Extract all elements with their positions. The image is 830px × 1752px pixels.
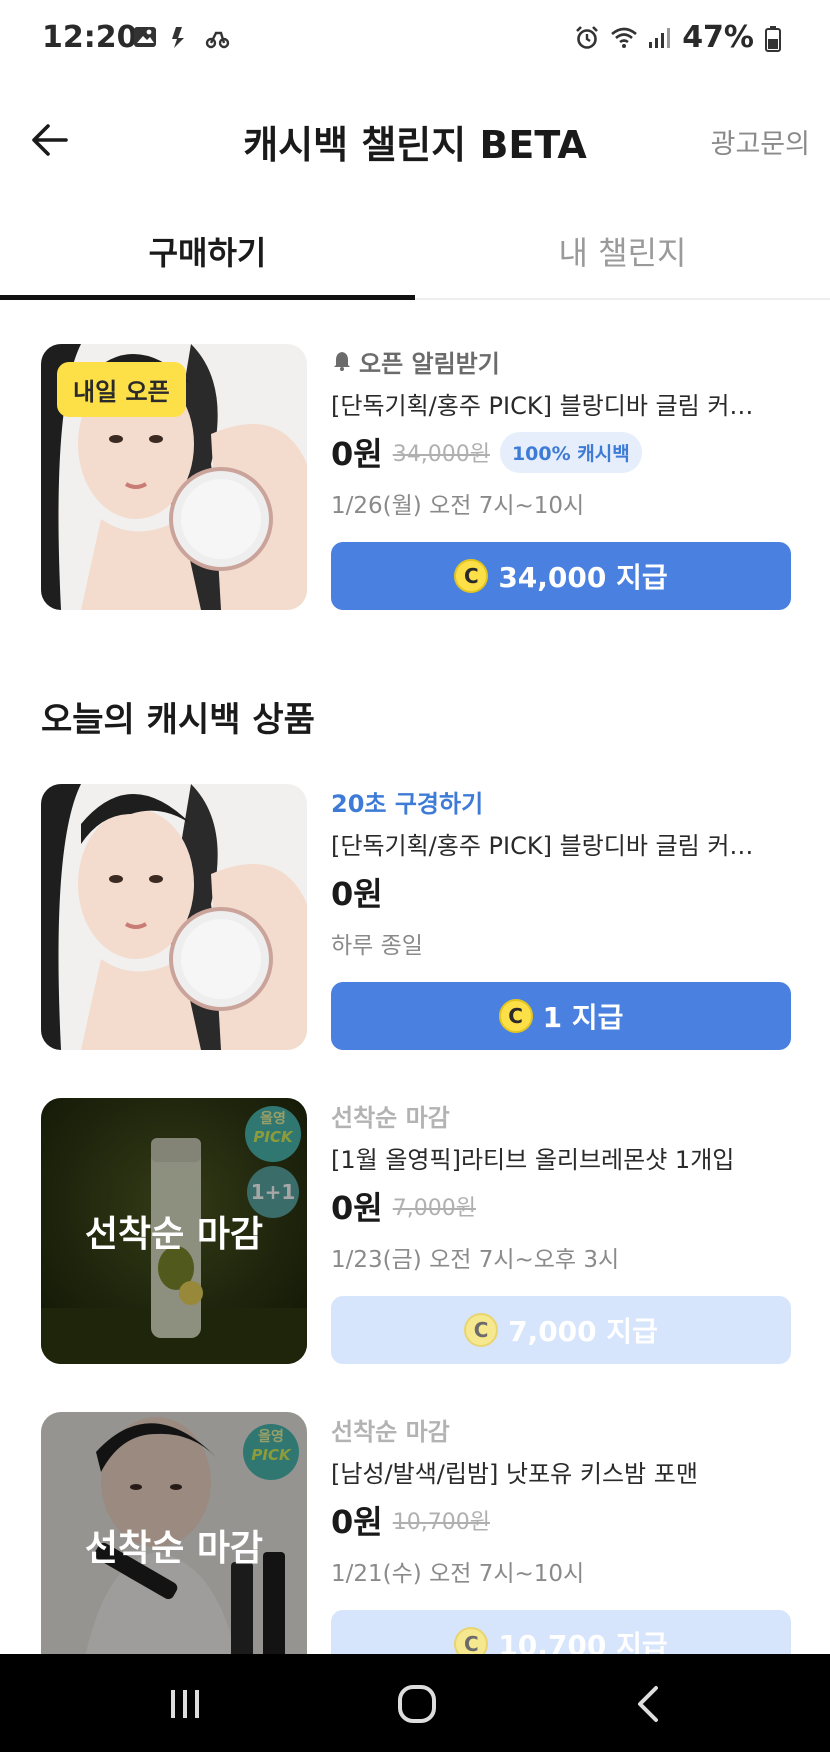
schedule-text: 하루 종일	[331, 933, 423, 959]
section-title: 오늘의 캐시백 상품	[41, 700, 315, 740]
home-button[interactable]	[395, 1682, 439, 1726]
status-system-icons: 47%	[574, 20, 790, 55]
tab-my-challenge[interactable]: 내 챌린지	[415, 200, 830, 298]
product-name: [단독기획/홍주 PICK] 블랑디바 글림 커버리…	[331, 392, 771, 420]
product-image[interactable]: 내일 오픈	[41, 344, 307, 610]
product-image[interactable]	[41, 784, 307, 1050]
ad-inquiry-link[interactable]: 광고문의	[711, 122, 810, 161]
chevron-left-icon	[638, 1686, 658, 1722]
system-back-button[interactable]	[628, 1682, 672, 1726]
app-header: 캐시백 챌린지 BETA 광고문의	[0, 90, 830, 190]
recents-button[interactable]	[163, 1682, 207, 1726]
schedule-text: 1/26(월) 오전 7시~10시	[331, 493, 585, 519]
first-come-label: 선착순 마감	[331, 1103, 450, 1132]
tab-bar: 구매하기 내 챌린지	[0, 200, 830, 300]
product-info: 선착순 마감 [남성/발색/립밤] 낫포유 키스밤 포맨 0원 10,700원 …	[331, 1412, 791, 1588]
status-bar: 12:20 47%	[0, 0, 830, 80]
scooter-icon	[204, 24, 230, 50]
signal-icon	[646, 25, 672, 51]
open-alert-label: 오픈 알림받기	[359, 349, 500, 378]
price-row: 0원 34,000원 100% 캐시백	[331, 430, 791, 474]
schedule-text: 1/21(수) 오전 7시~10시	[331, 1561, 585, 1587]
system-nav-bar	[0, 1654, 830, 1752]
sale-price: 0원	[331, 1189, 383, 1227]
schedule-text: 1/23(금) 오전 7시~오후 3시	[331, 1247, 620, 1273]
original-price: 34,000원	[392, 442, 490, 467]
cashback-badge: 100% 캐시백	[499, 431, 642, 473]
open-alert-row[interactable]: 오픈 알림받기	[331, 344, 791, 378]
wifi-icon	[610, 25, 638, 51]
pay-button[interactable]: C 1 지급	[331, 982, 791, 1050]
alarm-icon	[574, 25, 600, 51]
battery-icon	[764, 25, 790, 52]
pay-label: 34,000 지급	[498, 561, 668, 594]
price-row: 0원 10,700원	[331, 1498, 791, 1542]
coin-icon: C	[464, 1313, 499, 1347]
sale-price: 0원	[331, 435, 383, 473]
pay-button[interactable]: C 34,000 지급	[331, 542, 791, 610]
product-name: [1월 올영픽]라티브 올리브레몬샷 1개입	[331, 1146, 735, 1174]
pay-button-disabled[interactable]: C 7,000 지급	[331, 1296, 791, 1364]
recents-icon	[171, 1690, 199, 1718]
product-info: 오픈 알림받기 [단독기획/홍주 PICK] 블랑디바 글림 커버리… 0원 3…	[331, 344, 791, 520]
delivery-rider-icon	[168, 24, 194, 50]
pay-label: 1 지급	[542, 1001, 624, 1034]
page-title: 캐시백 챌린지 BETA	[243, 123, 587, 167]
product-name: [단독기획/홍주 PICK] 블랑디바 글림 커버리…	[331, 832, 771, 860]
original-price: 10,700원	[392, 1510, 490, 1535]
price-row: 0원 7,000원	[331, 1184, 791, 1228]
price-row: 0원	[331, 870, 791, 914]
status-notification-icons	[132, 24, 230, 50]
pay-label: 7,000 지급	[508, 1315, 658, 1348]
product-image[interactable]: 올영 PICK 1+1 선착순 마감	[41, 1098, 307, 1364]
coin-icon: C	[498, 999, 533, 1033]
home-icon	[398, 1685, 436, 1723]
original-price: 7,000원	[392, 1196, 476, 1221]
featured-product-card[interactable]: 내일 오픈 오픈 알림받기 [단독기획/홍주 PICK] 블랑디바 글림 커버리…	[41, 344, 791, 610]
sale-price: 0원	[331, 875, 383, 913]
tab-purchase[interactable]: 구매하기	[0, 200, 415, 300]
product-card[interactable]: 올영 PICK 1+1 선착순 마감 선착순 마감 [1월 올영픽]라티브 올리…	[41, 1098, 791, 1364]
browse-label[interactable]: 20초 구경하기	[331, 784, 791, 818]
status-time: 12:20	[42, 20, 138, 55]
product-card[interactable]: 올영 PICK 선착순 마감 선착순 마감 [남성/발색/립밤] 낫포유 키스밤…	[41, 1412, 791, 1678]
coin-icon: C	[454, 559, 489, 593]
product-info: 20초 구경하기 [단독기획/홍주 PICK] 블랑디바 글림 커버리… 0원 …	[331, 784, 791, 960]
battery-percent: 47%	[682, 20, 754, 55]
product-card[interactable]: 20초 구경하기 [단독기획/홍주 PICK] 블랑디바 글림 커버리… 0원 …	[41, 784, 791, 1050]
bell-icon	[334, 352, 350, 371]
sold-out-overlay: 선착순 마감	[41, 1098, 307, 1364]
product-info: 선착순 마감 [1월 올영픽]라티브 올리브레몬샷 1개입 0원 7,000원 …	[331, 1098, 791, 1274]
sale-price: 0원	[331, 1503, 383, 1541]
first-come-label: 선착순 마감	[331, 1417, 450, 1446]
open-tomorrow-badge: 내일 오픈	[57, 362, 186, 417]
product-name: [남성/발색/립밤] 낫포유 키스밤 포맨	[331, 1460, 698, 1488]
gallery-icon	[132, 24, 158, 50]
product-image[interactable]: 올영 PICK 선착순 마감	[41, 1412, 307, 1678]
sold-out-overlay: 선착순 마감	[41, 1412, 307, 1678]
